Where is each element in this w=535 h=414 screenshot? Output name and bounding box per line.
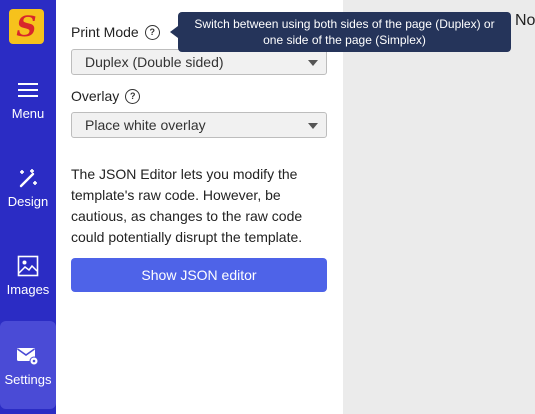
- json-editor-description: The JSON Editor lets you modify the temp…: [71, 166, 303, 245]
- sidebar-item-images[interactable]: Images: [0, 254, 56, 297]
- hamburger-icon: [17, 78, 39, 102]
- show-json-editor-button[interactable]: Show JSON editor: [71, 258, 327, 292]
- magic-wand-icon: [17, 166, 39, 190]
- sidebar-item-label: Settings: [4, 371, 52, 387]
- print-mode-select[interactable]: Duplex (Double sided): [71, 49, 327, 75]
- logo-letter: S: [16, 10, 37, 43]
- sidebar-item-label: Images: [6, 282, 50, 297]
- app-logo[interactable]: S: [9, 9, 44, 44]
- help-icon[interactable]: ?: [144, 24, 160, 40]
- sidebar-item-label: Design: [7, 194, 49, 209]
- print-mode-label-text: Print Mode: [71, 24, 139, 40]
- caret-down-icon: [308, 60, 318, 66]
- sidebar-item-design[interactable]: Design: [0, 166, 56, 209]
- image-icon: [17, 254, 39, 278]
- sidebar: S Menu Design Images Settings: [0, 0, 56, 414]
- caret-down-icon: [308, 123, 318, 129]
- settings-panel: Print Mode ? Duplex (Double sided) Overl…: [56, 0, 343, 414]
- canvas-partial-text: No: [515, 12, 535, 29]
- sidebar-item-label: Menu: [11, 106, 45, 121]
- help-icon[interactable]: ?: [125, 88, 141, 104]
- print-mode-tooltip: Switch between using both sides of the p…: [178, 12, 511, 52]
- mail-gear-icon: [16, 344, 40, 368]
- tooltip-arrow: [170, 26, 178, 38]
- tooltip-text: Switch between using both sides of the p…: [194, 17, 495, 47]
- overlay-label: Overlay ?: [71, 88, 141, 104]
- sidebar-item-menu[interactable]: Menu: [0, 78, 56, 121]
- print-mode-label: Print Mode ?: [71, 24, 160, 40]
- print-mode-value: Duplex (Double sided): [85, 54, 224, 70]
- overlay-value: Place white overlay: [85, 117, 206, 133]
- overlay-label-text: Overlay: [71, 88, 120, 104]
- sidebar-item-settings[interactable]: Settings: [0, 321, 56, 409]
- overlay-select[interactable]: Place white overlay: [71, 112, 327, 138]
